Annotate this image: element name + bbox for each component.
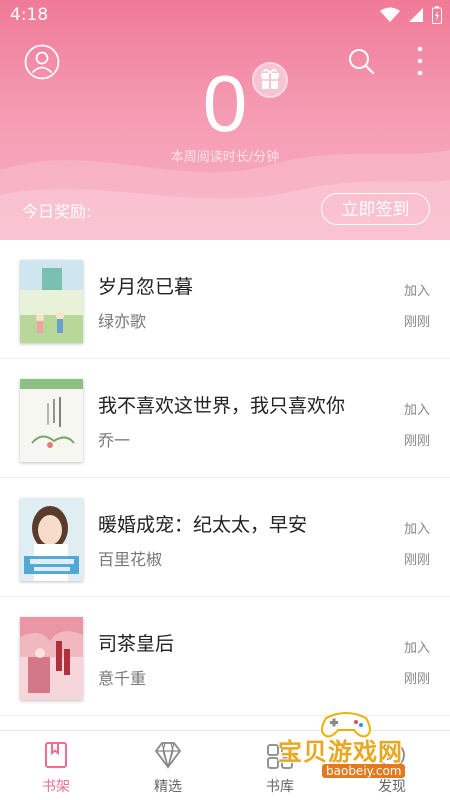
wifi-icon xyxy=(380,7,400,22)
book-author: 意千重 xyxy=(98,669,147,688)
battery-icon xyxy=(432,6,442,24)
book-author: 绿亦歌 xyxy=(98,312,147,331)
tab-label: 精选 xyxy=(154,779,182,795)
book-title: 暖婚成宠：纪太太，早安 xyxy=(98,514,308,536)
weekly-reading-counter: 0 xyxy=(202,59,248,148)
book-cover[interactable] xyxy=(20,617,83,700)
book-update-time: 刚刚 xyxy=(403,315,430,330)
book-action: 加入 xyxy=(403,403,430,418)
book-title: 岁月忽已暮 xyxy=(98,276,194,298)
watermark-logo: 宝贝游戏网 baobeiy.com xyxy=(270,706,450,786)
book-author: 乔一 xyxy=(98,431,131,450)
signin-button[interactable]: 立即签到 xyxy=(321,193,430,225)
book-update-time: 刚刚 xyxy=(403,553,430,568)
watermark-url: baobeiy.com xyxy=(322,764,406,778)
signal-icon xyxy=(409,8,423,22)
watermark-text: 宝贝游戏网 xyxy=(278,738,403,766)
book-update-time: 刚刚 xyxy=(403,672,430,687)
counter-label: 本周阅读时长/分钟 xyxy=(170,150,280,165)
book-item[interactable]: 暖婚成宠：纪太太，早安 百里花椒 加入 刚刚 xyxy=(0,478,450,597)
status-bar: 4:18 xyxy=(0,0,450,32)
book-cover[interactable] xyxy=(20,498,83,581)
book-list: 岁月忽已暮 绿亦歌 加入 刚刚 我不喜欢这世界，我只喜欢你 乔一 加入 刚刚 暖… xyxy=(0,240,450,716)
book-item[interactable]: 司茶皇后 意千重 加入 刚刚 xyxy=(0,597,450,716)
bookshelf-icon xyxy=(45,742,67,768)
header-banner: 4:18 0 本周阅读时长/分钟 今日奖励: 立即签到 xyxy=(0,0,450,240)
today-reward-label: 今日奖励: xyxy=(22,202,92,221)
gift-icon[interactable] xyxy=(252,62,288,98)
book-cover[interactable] xyxy=(20,260,83,343)
book-action: 加入 xyxy=(403,522,430,537)
book-action: 加入 xyxy=(403,284,430,299)
book-title: 我不喜欢这世界，我只喜欢你 xyxy=(98,395,346,417)
status-time: 4:18 xyxy=(10,5,49,25)
book-item[interactable]: 岁月忽已暮 绿亦歌 加入 刚刚 xyxy=(0,240,450,359)
tab-bookshelf[interactable]: 书架 xyxy=(0,731,112,800)
book-item[interactable]: 我不喜欢这世界，我只喜欢你 乔一 加入 刚刚 xyxy=(0,359,450,478)
gift-box-icon xyxy=(261,68,279,89)
tab-label: 书架 xyxy=(42,779,70,795)
book-update-time: 刚刚 xyxy=(403,434,430,449)
diamond-icon xyxy=(154,742,182,770)
book-title: 司茶皇后 xyxy=(98,633,175,655)
book-action: 加入 xyxy=(403,641,430,656)
book-cover[interactable] xyxy=(20,379,83,462)
tab-featured[interactable]: 精选 xyxy=(112,731,224,800)
book-author: 百里花椒 xyxy=(98,550,163,569)
